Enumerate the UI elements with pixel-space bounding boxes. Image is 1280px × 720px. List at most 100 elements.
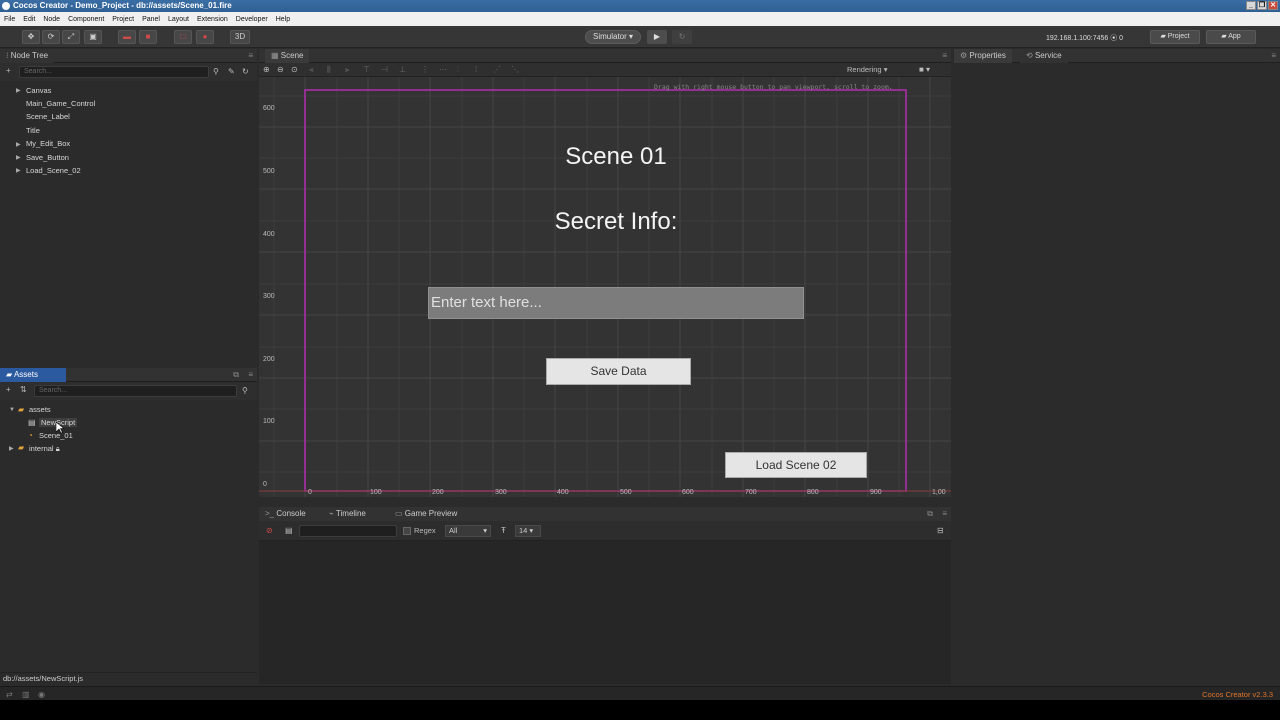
tree-node-title[interactable]: Title (26, 126, 40, 135)
tree-node-save-button[interactable]: Save_Button (26, 153, 69, 162)
panel-menu-icon[interactable]: ≡ (942, 509, 947, 518)
menu-component[interactable]: Component (68, 16, 104, 23)
panel-menu-icon[interactable]: ≡ (248, 370, 253, 379)
log-icon[interactable]: ⇄ (6, 690, 13, 699)
font-size-select[interactable]: 14 ▾ (515, 525, 541, 537)
asset-folder-assets[interactable]: assets (29, 405, 51, 414)
open-project-button[interactable]: ▰ Project (1150, 30, 1200, 44)
refresh-icon[interactable]: ↻ (672, 30, 692, 44)
expand-arrow-icon[interactable]: ▶ (16, 167, 21, 174)
node-search-input[interactable]: Search... (19, 66, 209, 78)
scale-tool-icon[interactable]: ⤢ (62, 30, 80, 44)
console-output[interactable] (259, 541, 951, 684)
tree-node-load-scene-02[interactable]: Load_Scene_02 (26, 166, 81, 175)
distribute-icon[interactable]: ⫶ (457, 65, 459, 75)
menu-help[interactable]: Help (276, 16, 290, 23)
mode-3d-button[interactable]: 3D (230, 30, 250, 44)
add-asset-icon[interactable]: + (6, 385, 11, 394)
align-right-icon[interactable]: ⫸ (345, 65, 350, 75)
menu-edit[interactable]: Edit (23, 16, 35, 23)
search-icon[interactable]: ⚲ (242, 386, 248, 395)
refresh-icon[interactable]: ↻ (242, 67, 249, 76)
close-icon[interactable]: ✕ (1268, 1, 1278, 10)
panel-menu-icon[interactable]: ≡ (942, 51, 947, 60)
secret-info-label[interactable]: Secret Info: (516, 208, 716, 236)
regex-checkbox[interactable] (403, 527, 411, 535)
panel-menu-icon[interactable]: ≡ (1271, 51, 1276, 60)
eye-icon[interactable]: ◉ (38, 690, 45, 699)
scene-viewport[interactable]: Drag with right mouse button to pan view… (259, 77, 951, 497)
menu-file[interactable]: File (4, 16, 15, 23)
tree-node-main-game-control[interactable]: Main_Game_Control (26, 99, 95, 108)
align-bottom-icon[interactable]: ⊥ (399, 65, 406, 74)
distribute-icon[interactable]: ⋯ (439, 65, 447, 74)
trash-icon[interactable]: ▥ (22, 690, 30, 699)
load-scene-button[interactable]: Load Scene 02 (725, 452, 867, 478)
pivot-icon[interactable]: ▬ (118, 30, 136, 44)
scene-tab[interactable]: ▦ Scene (265, 49, 310, 63)
camera-icon[interactable]: ■ ▾ (919, 65, 930, 74)
log-level-select[interactable]: All ▾ (445, 525, 491, 537)
collapse-arrow-icon[interactable]: ▼ (9, 407, 15, 413)
search-icon[interactable]: ⚲ (213, 67, 219, 76)
menu-layout[interactable]: Layout (168, 16, 189, 23)
menu-developer[interactable]: Developer (236, 16, 268, 23)
align-top-icon[interactable]: ⊤ (363, 65, 370, 74)
minimize-icon[interactable]: _ (1246, 1, 1256, 10)
tab-properties[interactable]: ⚙ Properties (954, 49, 1012, 63)
tab-console[interactable]: >_ Console (265, 507, 306, 521)
popout-icon[interactable]: ⧉ (233, 370, 239, 380)
console-filter-input[interactable] (299, 525, 397, 537)
node-tree-tab[interactable]: ⁝ Node Tree (0, 49, 55, 63)
popout-icon[interactable]: ⧉ (927, 509, 933, 519)
menu-node[interactable]: Node (43, 16, 60, 23)
expand-arrow-icon[interactable]: ▶ (9, 445, 14, 452)
scene-title-label[interactable]: Scene 01 (516, 143, 716, 171)
add-node-icon[interactable]: + (6, 66, 11, 75)
align-center-icon[interactable]: ⫼ (327, 65, 331, 75)
expand-arrow-icon[interactable]: ▶ (16, 154, 21, 161)
panel-menu-icon[interactable]: ≡ (248, 51, 253, 60)
sort-icon[interactable]: ⇅ (20, 385, 27, 394)
align-middle-icon[interactable]: ⊣ (381, 65, 388, 74)
expand-arrow-icon[interactable]: ▶ (16, 141, 21, 148)
tree-node-my-edit-box[interactable]: My_Edit_Box (26, 139, 70, 148)
zoom-in-icon[interactable]: ⊕ (263, 65, 270, 74)
tree-node-scene-label[interactable]: Scene_Label (26, 112, 70, 121)
zoom-reset-icon[interactable]: ⊙ (291, 65, 298, 74)
asset-folder-internal[interactable]: internal 🔒︎ (29, 444, 60, 454)
local-global-icon[interactable]: ■ (139, 30, 157, 44)
tree-node-canvas[interactable]: Canvas (26, 86, 51, 95)
menu-extension[interactable]: Extension (197, 16, 228, 23)
tab-service[interactable]: ⟲ Service (1020, 49, 1068, 63)
distribute-icon[interactable]: ⋰ (493, 65, 501, 74)
snap-icon[interactable]: □ (174, 30, 192, 44)
locate-icon[interactable]: ✎ (228, 67, 235, 76)
expand-icon[interactable]: ⊟ (937, 526, 944, 535)
collapse-log-icon[interactable]: ▤ (285, 526, 293, 535)
menu-project[interactable]: Project (112, 16, 134, 23)
tab-timeline[interactable]: ⌁ Timeline (329, 507, 366, 521)
move-tool-icon[interactable]: ✥ (22, 30, 40, 44)
zoom-out-icon[interactable]: ⊖ (277, 65, 284, 74)
distribute-icon[interactable]: ⋱ (511, 65, 519, 74)
clear-icon[interactable]: ⊘ (266, 526, 273, 535)
save-data-button[interactable]: Save Data (546, 358, 691, 385)
menu-panel[interactable]: Panel (142, 16, 160, 23)
expand-arrow-icon[interactable]: ▶ (16, 87, 21, 94)
rendering-dropdown[interactable]: Rendering ▾ (847, 65, 887, 74)
asset-search-input[interactable]: Search... (34, 385, 237, 397)
restore-icon[interactable]: ❐ (1257, 1, 1267, 10)
assets-tab[interactable]: ▰ Assets (0, 368, 66, 382)
rect-tool-icon[interactable]: ▣ (84, 30, 102, 44)
open-app-button[interactable]: ▰ App (1206, 30, 1256, 44)
simulator-dropdown[interactable]: Simulator ▾ (585, 30, 641, 44)
distribute-icon[interactable]: ⁞ (475, 65, 477, 74)
gizmo-icon[interactable]: ● (196, 30, 214, 44)
distribute-icon[interactable]: ⋮ (421, 65, 429, 74)
tab-game-preview[interactable]: ▭ Game Preview (395, 507, 457, 521)
align-left-icon[interactable]: ⫷ (309, 65, 314, 75)
secret-editbox[interactable]: Enter text here... (428, 287, 804, 319)
rotate-tool-icon[interactable]: ⟳ (42, 30, 60, 44)
play-button[interactable]: ▶ (647, 30, 667, 44)
